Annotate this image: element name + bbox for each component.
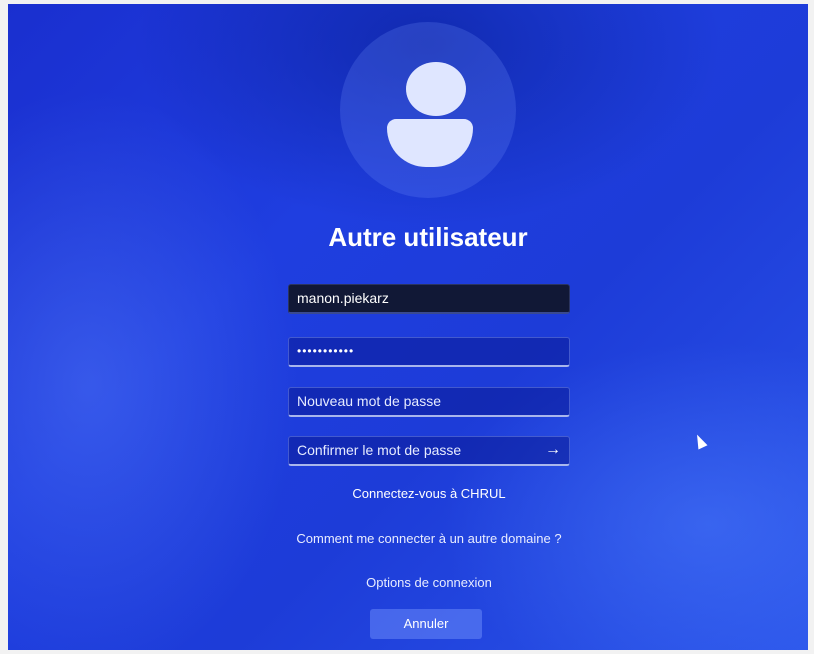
avatar-head: [406, 62, 466, 116]
username-field[interactable]: manon.piekarz: [288, 284, 570, 314]
login-screen: Autre utilisateur manon.piekarz ••••••••…: [8, 4, 808, 650]
photo-frame: Autre utilisateur manon.piekarz ••••••••…: [0, 0, 814, 654]
sign-in-options-link[interactable]: Options de connexion: [288, 575, 570, 590]
mouse-pointer-icon: [692, 432, 708, 450]
page-title: Autre utilisateur: [328, 222, 528, 252]
domain-sign-in-link[interactable]: Connectez-vous à CHRUL: [288, 486, 570, 501]
confirm-password-field[interactable]: Confirmer le mot de passe →: [288, 436, 570, 466]
new-password-field[interactable]: Nouveau mot de passe: [288, 387, 570, 417]
current-password-field[interactable]: •••••••••••: [288, 337, 570, 367]
cancel-button[interactable]: Annuler: [370, 609, 482, 639]
other-domain-link[interactable]: Comment me connecter à un autre domaine …: [248, 531, 610, 546]
confirm-password-placeholder: Confirmer le mot de passe: [297, 442, 462, 458]
arrow-right-icon[interactable]: →: [545, 437, 561, 463]
